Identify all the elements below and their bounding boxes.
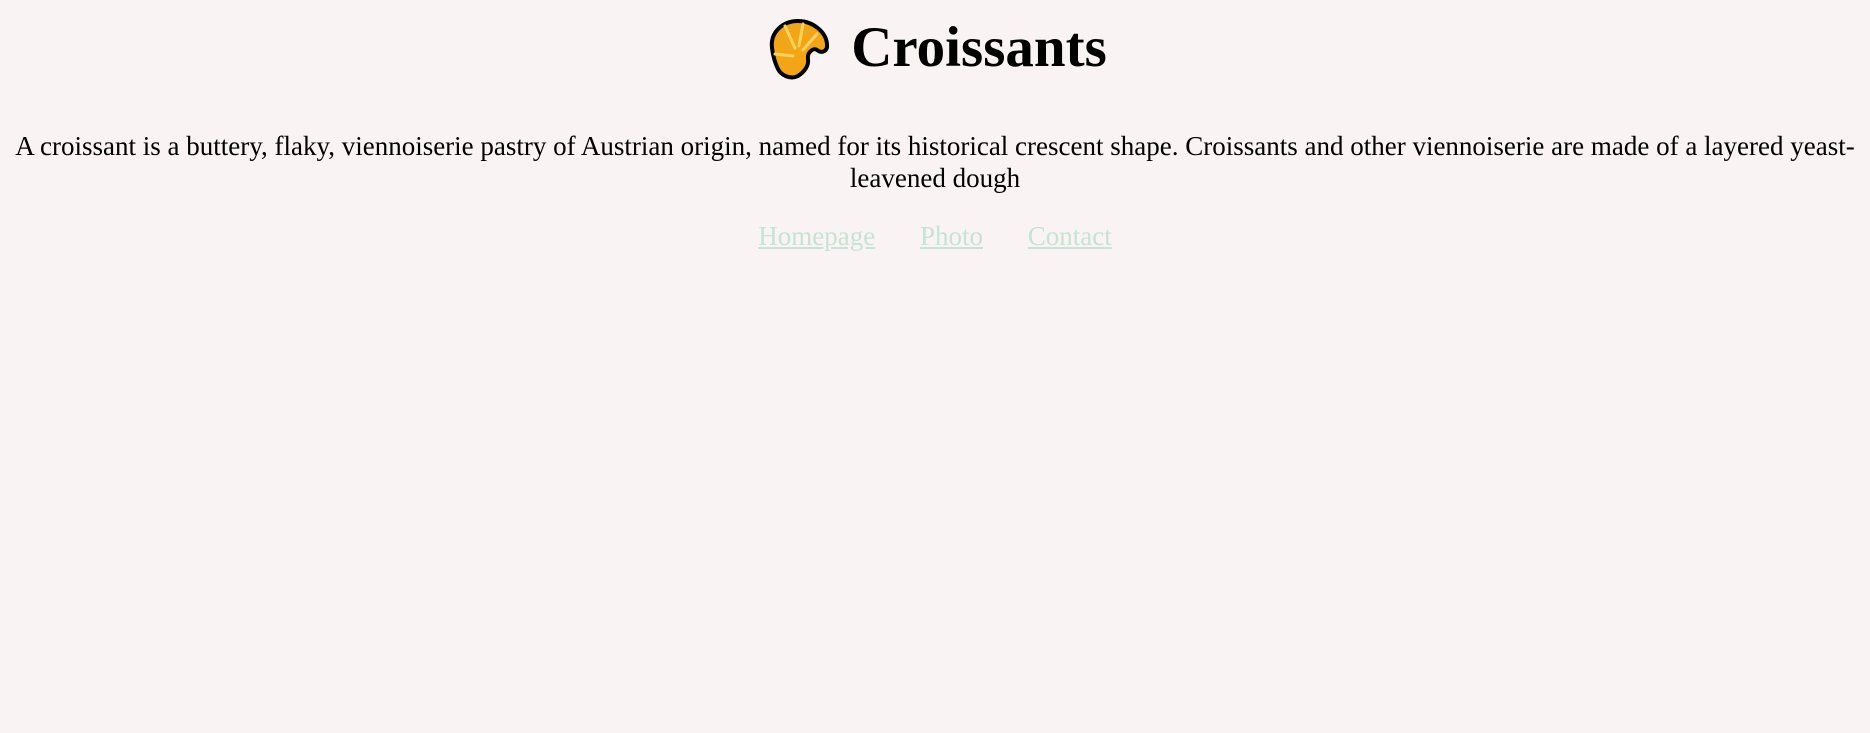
page-title: Croissants [851,16,1107,79]
description-text: A croissant is a buttery, flaky, viennoi… [15,131,1855,193]
nav-link-homepage[interactable]: Homepage [758,221,875,251]
nav-link-contact[interactable]: Contact [1028,221,1112,251]
croissant-icon [763,14,831,82]
page-header: Croissants [0,14,1870,82]
nav-link-photo[interactable]: Photo [920,221,983,251]
main-nav: Homepage Photo Contact [0,220,1870,252]
